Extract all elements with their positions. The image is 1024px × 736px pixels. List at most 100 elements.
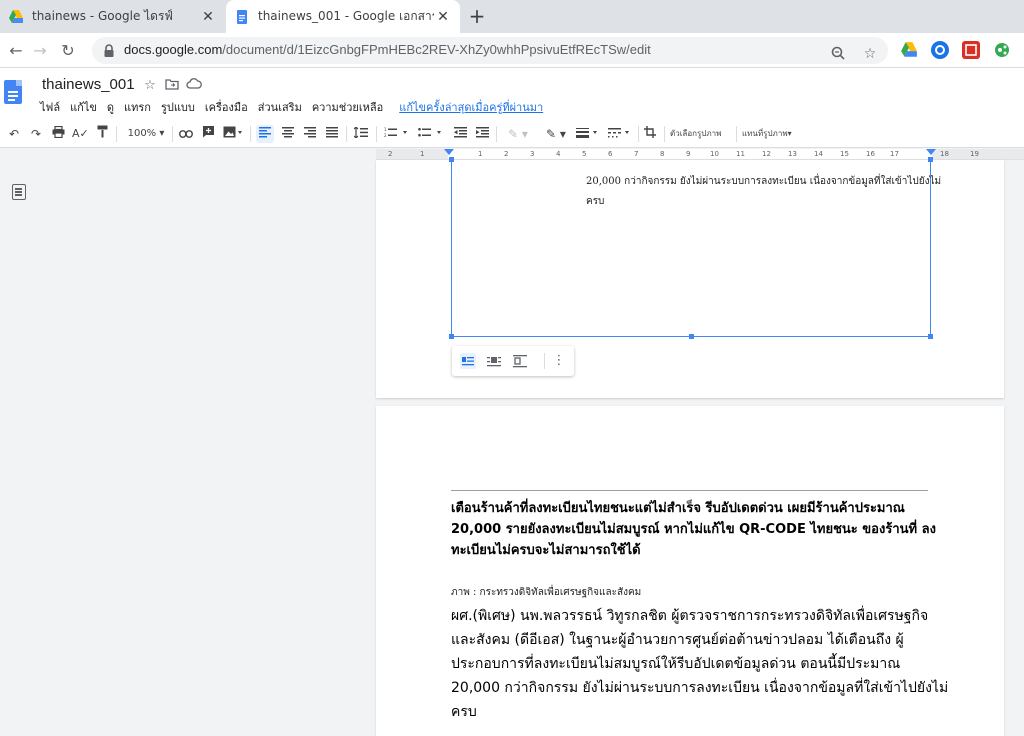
close-tab-icon[interactable]: ✕	[434, 8, 452, 26]
toolbar-divider	[544, 353, 545, 369]
ruler-number: 4	[556, 150, 561, 158]
reload-icon[interactable]: ↻	[58, 41, 78, 61]
inline-wrap-icon[interactable]	[460, 353, 476, 369]
crop-icon[interactable]	[642, 125, 658, 143]
new-tab-button[interactable]: +	[466, 6, 488, 28]
last-edit-link[interactable]: แก้ไขครั้งล่าสุดเมื่อครู่ที่ผ่านมา	[399, 98, 543, 116]
resize-handle[interactable]	[449, 334, 454, 339]
tab-docs[interactable]: thainews_001 - Google เอกสาร ✕	[226, 0, 460, 33]
ruler-left-margin	[376, 149, 448, 159]
menu-bar: ไฟล์ แก้ไข ดู แทรก รูปแบบ เครื่องมือ ส่ว…	[40, 98, 543, 116]
menu-edit[interactable]: แก้ไข	[70, 98, 97, 116]
toolbar-divider	[250, 126, 251, 142]
ruler-number: 7	[634, 150, 639, 158]
ruler-number: 15	[840, 150, 849, 158]
insert-link-icon[interactable]	[178, 125, 194, 143]
border-color-icon[interactable]: ✎ ▾	[542, 125, 570, 143]
document-page[interactable]: เตือนร้านค้าที่ลงทะเบียนไทยชนะแต่ไม่สำเร…	[376, 406, 1004, 736]
paint-format-icon[interactable]	[94, 125, 110, 143]
toolbar-divider	[496, 126, 497, 142]
menu-addons[interactable]: ส่วนเสริม	[258, 98, 302, 116]
increase-indent-icon[interactable]	[474, 125, 490, 143]
ruler-right-indent-marker[interactable]	[926, 149, 936, 155]
google-drive-extension-icon[interactable]	[900, 41, 918, 59]
align-right-icon[interactable]	[302, 125, 318, 143]
menu-insert[interactable]: แทรก	[124, 98, 151, 116]
line-spacing-icon[interactable]	[352, 125, 370, 143]
url-field[interactable]: docs.google.com/document/d/1EizcGnbgFPmH…	[92, 37, 888, 64]
insert-comment-icon[interactable]	[200, 125, 216, 143]
wrap-text-icon[interactable]	[486, 353, 502, 369]
google-docs-logo-icon[interactable]	[4, 80, 22, 104]
ruler-number: 3	[530, 150, 535, 158]
image-caption[interactable]: ภาพ : กระทรวงดิจิทัลเพื่อเศรษฐกิจและสังค…	[451, 585, 641, 600]
toolbar-divider	[172, 126, 173, 142]
resize-handle[interactable]	[449, 157, 454, 162]
extension-circle-icon[interactable]	[931, 41, 949, 59]
ruler-number: 5	[582, 150, 587, 158]
toolbar-divider	[346, 126, 347, 142]
resize-handle[interactable]	[928, 334, 933, 339]
zoom-icon[interactable]	[830, 46, 846, 62]
decrease-indent-icon[interactable]	[452, 125, 468, 143]
article-body[interactable]: ผศ.(พิเศษ) นพ.พลวรรธน์ วิทูรกลชิต ผู้ตรว…	[451, 604, 951, 724]
extension-green-icon[interactable]	[993, 41, 1011, 59]
close-tab-icon[interactable]: ✕	[199, 8, 217, 26]
border-weight-icon[interactable]	[574, 125, 602, 143]
docs-header: thainews_001 ☆ ไฟล์ แก้ไข ดู แทรก รูปแบบ…	[0, 68, 1024, 120]
highlight-pen-icon[interactable]: ✎ ▾	[504, 125, 532, 143]
ruler-number: 16	[866, 150, 875, 158]
cloud-saved-icon[interactable]	[186, 78, 202, 94]
ruler-number: 17	[890, 150, 899, 158]
browser-tab-strip: thainews - Google ไดรฟ์ ✕ thainews_001 -…	[0, 0, 1024, 33]
print-icon[interactable]	[50, 125, 66, 143]
document-canvas[interactable]: 20,000 กว่ากิจกรรม ยังไม่ผ่านระบบการลงทะ…	[0, 157, 1024, 736]
google-drive-icon	[8, 9, 24, 25]
image-text: 20,000 กว่ากิจกรรม ยังไม่ผ่านระบบการลงทะ…	[586, 176, 942, 207]
tab-drive[interactable]: thainews - Google ไดรฟ์ ✕	[0, 0, 225, 33]
bulleted-list-icon[interactable]	[416, 125, 444, 143]
horizontal-ruler[interactable]: 2 1 1 2 3 4 5 6 7 8 9 10 11 12 13 14 15 …	[376, 149, 1024, 160]
border-dash-icon[interactable]	[606, 125, 634, 143]
menu-file[interactable]: ไฟล์	[40, 98, 60, 116]
ruler-left-indent-marker[interactable]	[444, 149, 454, 155]
zoom-select[interactable]: 100% ▾	[124, 125, 168, 143]
spellcheck-icon[interactable]: A✓	[72, 125, 89, 143]
align-left-icon[interactable]	[256, 125, 274, 143]
menu-help[interactable]: ความช่วยเหลือ	[312, 98, 383, 116]
ruler-number: 8	[660, 150, 665, 158]
ruler-number: 2	[388, 150, 393, 158]
article-headline[interactable]: เตือนร้านค้าที่ลงทะเบียนไทยชนะแต่ไม่สำเร…	[451, 498, 941, 561]
numbered-list-icon[interactable]: 12	[382, 125, 410, 143]
toolbar-divider	[664, 126, 665, 142]
star-icon[interactable]: ☆	[142, 78, 158, 94]
document-outline-icon[interactable]	[12, 184, 26, 200]
more-options-icon[interactable]: ⋮	[552, 352, 566, 370]
ruler-number: 9	[686, 150, 691, 158]
menu-tools[interactable]: เครื่องมือ	[205, 98, 248, 116]
justify-icon[interactable]	[324, 125, 340, 143]
replace-image-button[interactable]: แทนที่รูปภาพ▾	[742, 125, 792, 143]
image-options-button[interactable]: ตัวเลือกรูปภาพ	[670, 125, 721, 143]
menu-format[interactable]: รูปแบบ	[161, 98, 195, 116]
ruler-number: 2	[504, 150, 509, 158]
break-text-icon[interactable]	[512, 353, 528, 369]
extension-red-icon[interactable]	[962, 41, 980, 59]
toolbar-divider	[376, 126, 377, 142]
forward-icon[interactable]: →	[30, 41, 50, 61]
insert-image-icon[interactable]	[220, 125, 246, 143]
back-icon[interactable]: ←	[6, 41, 26, 61]
address-bar-row: ← → ↻ docs.google.com/document/d/1EizcGn…	[0, 33, 1024, 68]
document-page[interactable]: 20,000 กว่ากิจกรรม ยังไม่ผ่านระบบการลงทะ…	[376, 157, 1004, 398]
document-title[interactable]: thainews_001	[42, 76, 135, 93]
redo-icon[interactable]: ↷	[28, 125, 44, 143]
align-center-icon[interactable]	[280, 125, 296, 143]
ruler-number: 11	[736, 150, 745, 158]
resize-handle[interactable]	[689, 334, 694, 339]
bookmark-star-icon[interactable]: ☆	[862, 46, 878, 62]
resize-handle[interactable]	[928, 157, 933, 162]
undo-icon[interactable]: ↶	[6, 125, 22, 143]
move-folder-icon[interactable]	[164, 78, 180, 94]
menu-view[interactable]: ดู	[107, 98, 114, 116]
selected-image[interactable]: 20,000 กว่ากิจกรรม ยังไม่ผ่านระบบการลงทะ…	[449, 157, 941, 339]
